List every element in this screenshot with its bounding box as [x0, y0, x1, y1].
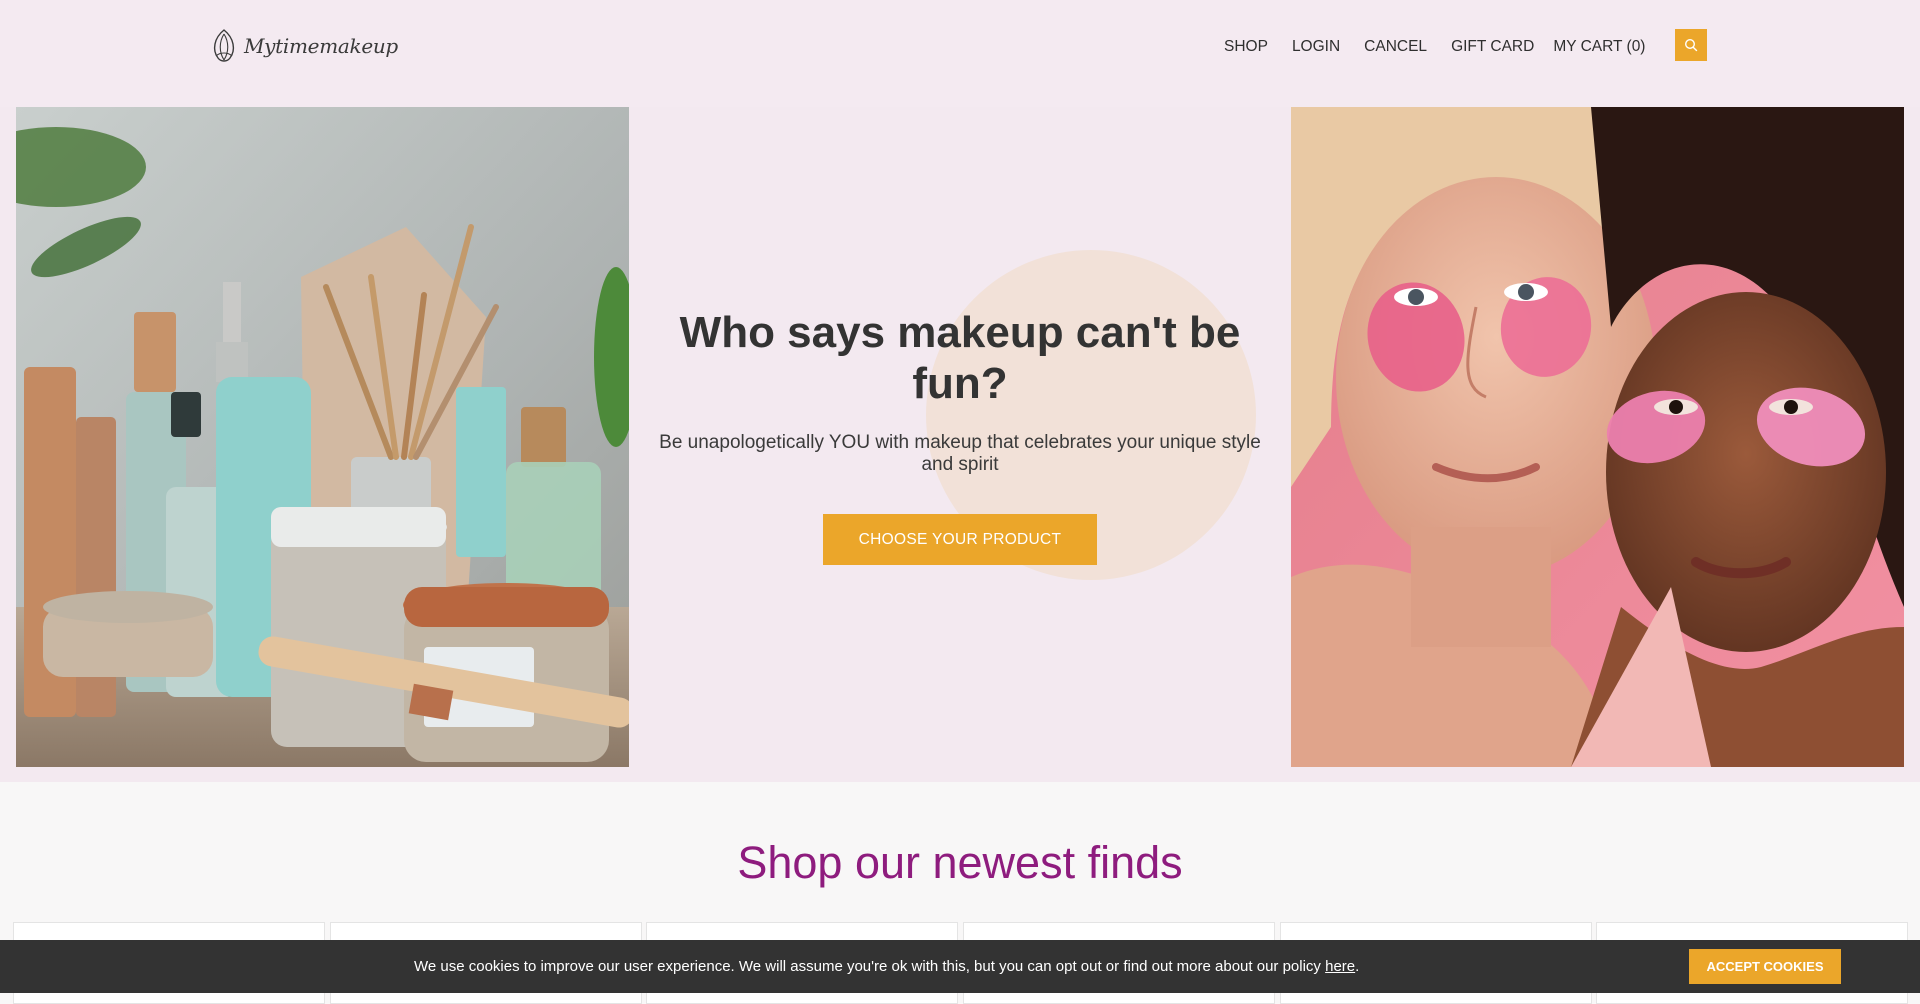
nav-item-cart[interactable]: MY CART (0) — [1553, 38, 1645, 56]
leaf-logo-icon — [213, 29, 235, 62]
hero-section: Who says makeup can't be fun? Be unapolo… — [0, 107, 1920, 782]
nav-item-gift-card[interactable]: GIFT CARD — [1451, 38, 1534, 56]
accept-cookies-button[interactable]: ACCEPT COOKIES — [1689, 949, 1841, 984]
brand-logo[interactable]: Mytimemakeup — [210, 25, 398, 67]
choose-product-button[interactable]: CHOOSE YOUR PRODUCT — [823, 514, 1097, 565]
hero-image-products — [16, 107, 629, 767]
site-header: Mytimemakeup SHOP LOGIN CANCEL GIFT CARD… — [0, 0, 1920, 107]
hero-title: Who says makeup can't be fun? — [679, 308, 1241, 408]
cookie-banner: We use cookies to improve our user exper… — [0, 940, 1920, 993]
brand-name: Mytimemakeup — [244, 34, 398, 58]
hero-subtitle: Be unapologetically YOU with makeup that… — [659, 432, 1261, 475]
hero-image-models — [1291, 107, 1904, 767]
cookie-policy-link[interactable]: here — [1325, 958, 1355, 975]
nav-item-shop[interactable]: SHOP — [1224, 38, 1268, 56]
cookie-message: We use cookies to improve our user exper… — [414, 958, 1359, 975]
cookie-text: We use cookies to improve our user exper… — [414, 958, 1326, 975]
section-title: Shop our newest finds — [737, 837, 1183, 888]
nav-item-login[interactable]: LOGIN — [1292, 38, 1340, 56]
nav-item-cancel[interactable]: CANCEL — [1364, 38, 1427, 56]
cookie-text-end: . — [1355, 958, 1360, 975]
main-nav: SHOP LOGIN CANCEL GIFT CARD MY CART (0) — [1224, 38, 1645, 56]
search-icon — [1684, 38, 1698, 52]
search-button[interactable] — [1675, 29, 1707, 61]
